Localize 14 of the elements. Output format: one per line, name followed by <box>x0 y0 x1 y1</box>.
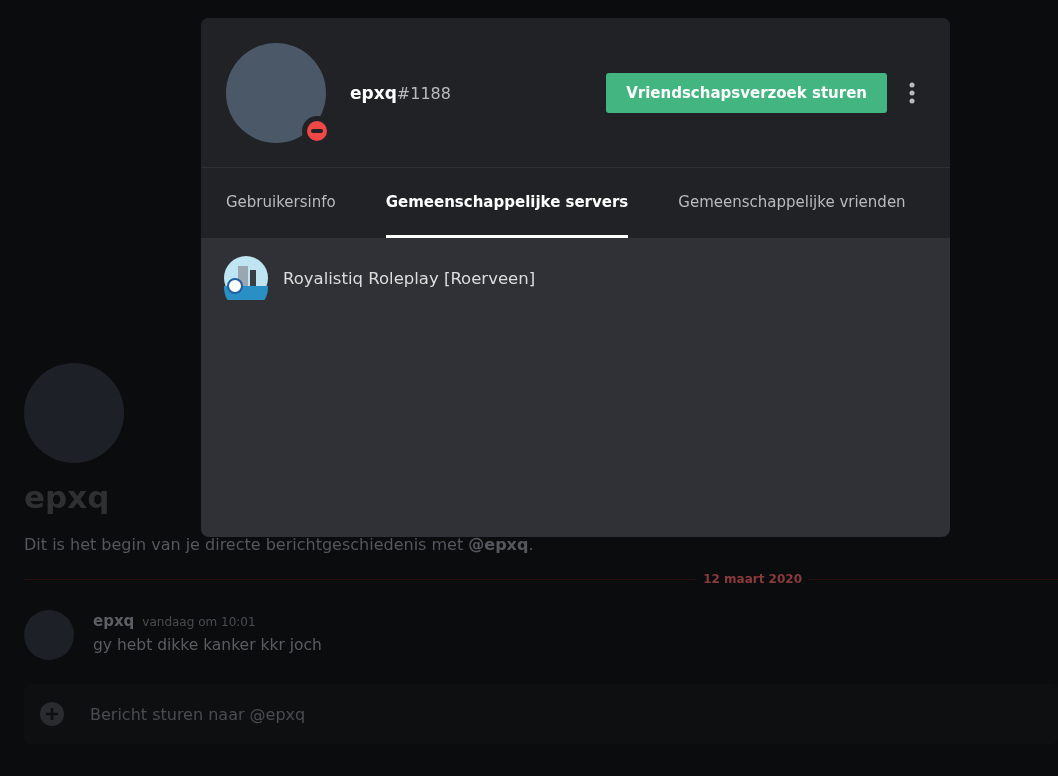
date-divider-label: 12 maart 2020 <box>702 572 803 586</box>
message-time: vandaag om 10:01 <box>142 615 256 629</box>
message-author: epxq <box>93 612 135 630</box>
server-name[interactable]: Royalistiq Roleplay [Roerveen] <box>283 268 536 288</box>
profile-tab[interactable]: Gebruikersinfo <box>226 168 336 238</box>
server-icon[interactable] <box>224 256 268 300</box>
profile-tab[interactable]: Gemeenschappelijke servers <box>385 168 629 238</box>
more-icon[interactable] <box>909 81 915 104</box>
message-avatar <box>24 610 74 660</box>
message-input-field[interactable]: Bericht sturen naar @epxq <box>88 703 1058 725</box>
profile-username: epxq#1188 <box>350 82 452 103</box>
dm-intro-text: Dit is het begin van je directe berichtgeschiedenis met @epxq. <box>24 535 535 554</box>
profile-tab[interactable]: Gemeenschappelijke vrienden <box>678 168 906 238</box>
message-text: gy hebt dikke kanker kkr joch <box>93 636 322 654</box>
